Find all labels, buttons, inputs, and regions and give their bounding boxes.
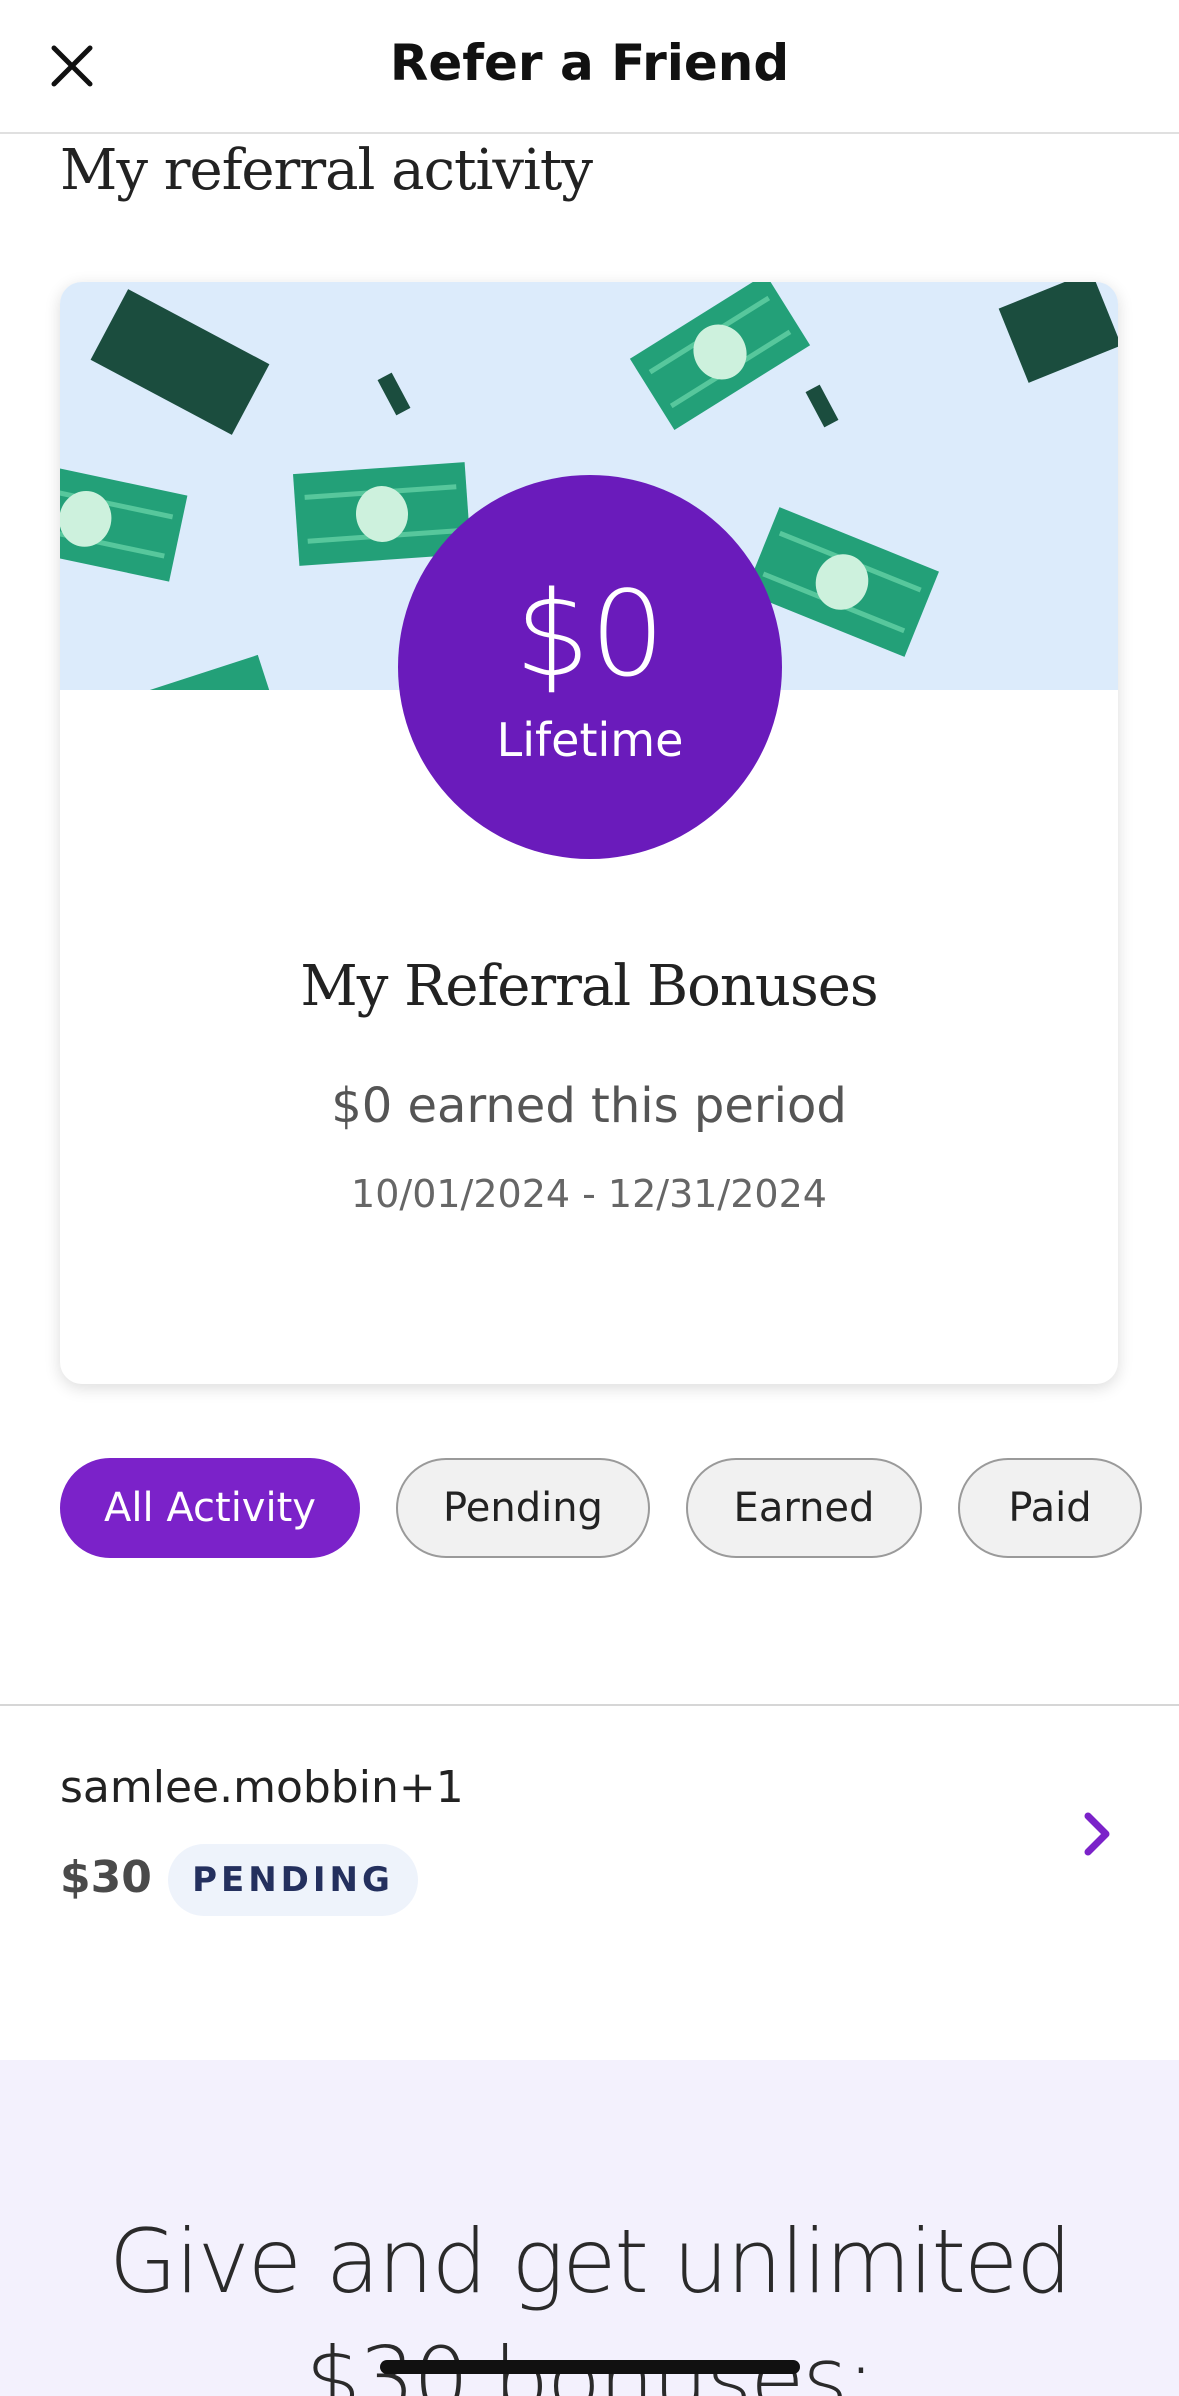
filter-chip-all-activity[interactable]: All Activity [60, 1458, 360, 1558]
lifetime-label: Lifetime [496, 713, 684, 767]
lifetime-total-circle: $0 Lifetime [398, 475, 782, 859]
status-badge: PENDING [168, 1844, 418, 1916]
period-date-range: 10/01/2024 - 12/31/2024 [351, 1172, 827, 1216]
referral-amount: $30 [60, 1852, 152, 1903]
period-earnings: $0 earned this period [331, 1078, 847, 1134]
top-bar: Refer a Friend [0, 0, 1179, 134]
activity-filter-chips: All Activity Pending Earned Paid [0, 1458, 1179, 1560]
referral-bonus-card: $0 Lifetime My Referral Bonuses $0 earne… [60, 282, 1118, 1384]
bonus-title: My Referral Bonuses [300, 954, 878, 1019]
filter-chip-paid[interactable]: Paid [958, 1458, 1142, 1558]
chevron-right-icon [1084, 1812, 1110, 1856]
promo-section: Give and get unlimited $30 bonuses: [0, 2060, 1179, 2396]
referral-name: samlee.mobbin+1 [60, 1762, 464, 1813]
promo-headline: Give and get unlimited [109, 2210, 1072, 2313]
section-title: My referral activity [60, 138, 593, 203]
lifetime-amount: $0 [514, 565, 666, 703]
filter-chip-pending[interactable]: Pending [396, 1458, 650, 1558]
page-title: Refer a Friend [389, 34, 790, 92]
strikethrough-mark [380, 2360, 800, 2374]
list-item[interactable]: samlee.mobbin+1 $30 PENDING [0, 1706, 1179, 1996]
filter-chip-earned[interactable]: Earned [686, 1458, 922, 1558]
